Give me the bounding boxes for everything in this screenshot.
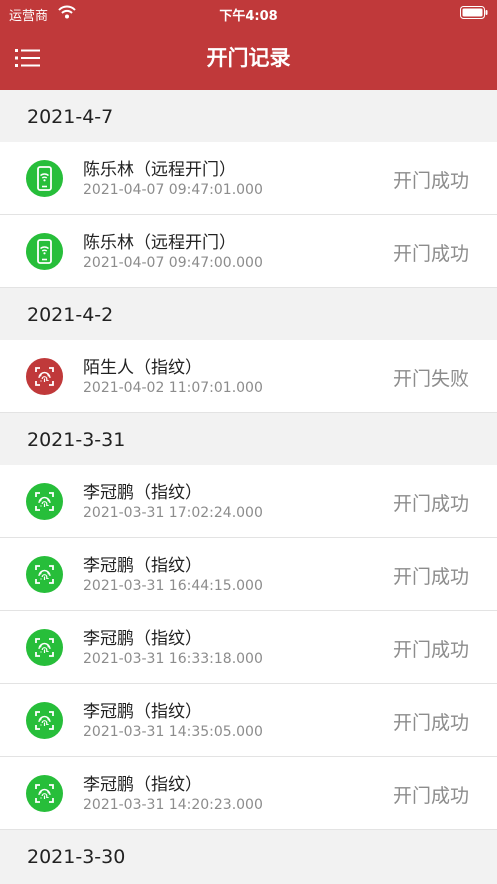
record-time: 2021-04-07 09:47:00.000 (83, 255, 263, 271)
record-status: 开门失败 (392, 368, 469, 390)
record-name: 陌生人（指纹） (83, 358, 202, 378)
record-name: 李冠鹏（指纹） (83, 556, 202, 576)
section-date-header: 2021-4-7 (0, 90, 497, 142)
record-status: 开门成功 (392, 785, 469, 807)
record-status: 开门成功 (392, 639, 469, 661)
record-time: 2021-03-31 16:33:18.000 (83, 651, 263, 667)
fingerprint-icon (26, 629, 63, 666)
section-date-header: 2021-3-30 (0, 830, 497, 882)
section-date-header: 2021-3-31 (0, 413, 497, 465)
fingerprint-icon (26, 358, 63, 395)
record-name: 陈乐林（远程开门） (83, 233, 236, 253)
record-time: 2021-03-31 17:02:24.000 (83, 505, 263, 521)
fingerprint-icon (26, 483, 63, 520)
record-row[interactable]: 李冠鹏（指纹） 2021-03-31 16:44:15.000 开门成功 (0, 538, 497, 611)
remote-phone-icon (26, 160, 63, 197)
menu-button[interactable] (14, 46, 42, 70)
record-time: 2021-04-02 11:07:01.000 (83, 380, 263, 396)
status-bar: 运营商 下午4:08 (0, 0, 497, 26)
section-date-header: 2021-4-2 (0, 288, 497, 340)
fingerprint-icon (26, 702, 63, 739)
record-time: 2021-03-31 16:44:15.000 (83, 578, 263, 594)
record-list[interactable]: 2021-4-7 陈乐林（远程开门） 2021-04-07 09:47:01.000… (0, 90, 497, 882)
record-name: 李冠鹏（指纹） (83, 775, 202, 795)
record-row[interactable]: 李冠鹏（指纹） 2021-03-31 17:02:24.000 开门成功 (0, 465, 497, 538)
record-status: 开门成功 (392, 170, 469, 192)
nav-bar: 运营商 下午4:08 开门记录 (0, 0, 497, 90)
record-row[interactable]: 陌生人（指纹） 2021-04-02 11:07:01.000 开门失败 (0, 340, 497, 413)
record-name: 陈乐林（远程开门） (83, 160, 236, 180)
status-time: 下午4:08 (219, 9, 278, 24)
fingerprint-icon (26, 775, 63, 812)
record-time: 2021-04-07 09:47:01.000 (83, 182, 263, 198)
record-status: 开门成功 (392, 243, 469, 265)
record-name: 李冠鹏（指纹） (83, 702, 202, 722)
record-time: 2021-03-31 14:20:23.000 (83, 797, 263, 813)
remote-phone-icon (26, 233, 63, 270)
record-status: 开门成功 (392, 712, 469, 734)
fingerprint-icon (26, 556, 63, 593)
list-menu-icon (15, 49, 40, 67)
record-name: 李冠鹏（指纹） (83, 483, 202, 503)
record-row[interactable]: 李冠鹏（指纹） 2021-03-31 14:35:05.000 开门成功 (0, 684, 497, 757)
record-status: 开门成功 (392, 493, 469, 515)
record-row[interactable]: 李冠鹏（指纹） 2021-03-31 14:20:23.000 开门成功 (0, 757, 497, 830)
record-row[interactable]: 陈乐林（远程开门） 2021-04-07 09:47:00.000 开门成功 (0, 215, 497, 288)
battery-icon (460, 6, 488, 23)
record-name: 李冠鹏（指纹） (83, 629, 202, 649)
record-status: 开门成功 (392, 566, 469, 588)
page-title: 开门记录 (206, 46, 291, 70)
record-row[interactable]: 李冠鹏（指纹） 2021-03-31 16:33:18.000 开门成功 (0, 611, 497, 684)
record-row[interactable]: 陈乐林（远程开门） 2021-04-07 09:47:01.000 开门成功 (0, 142, 497, 215)
record-time: 2021-03-31 14:35:05.000 (83, 724, 263, 740)
